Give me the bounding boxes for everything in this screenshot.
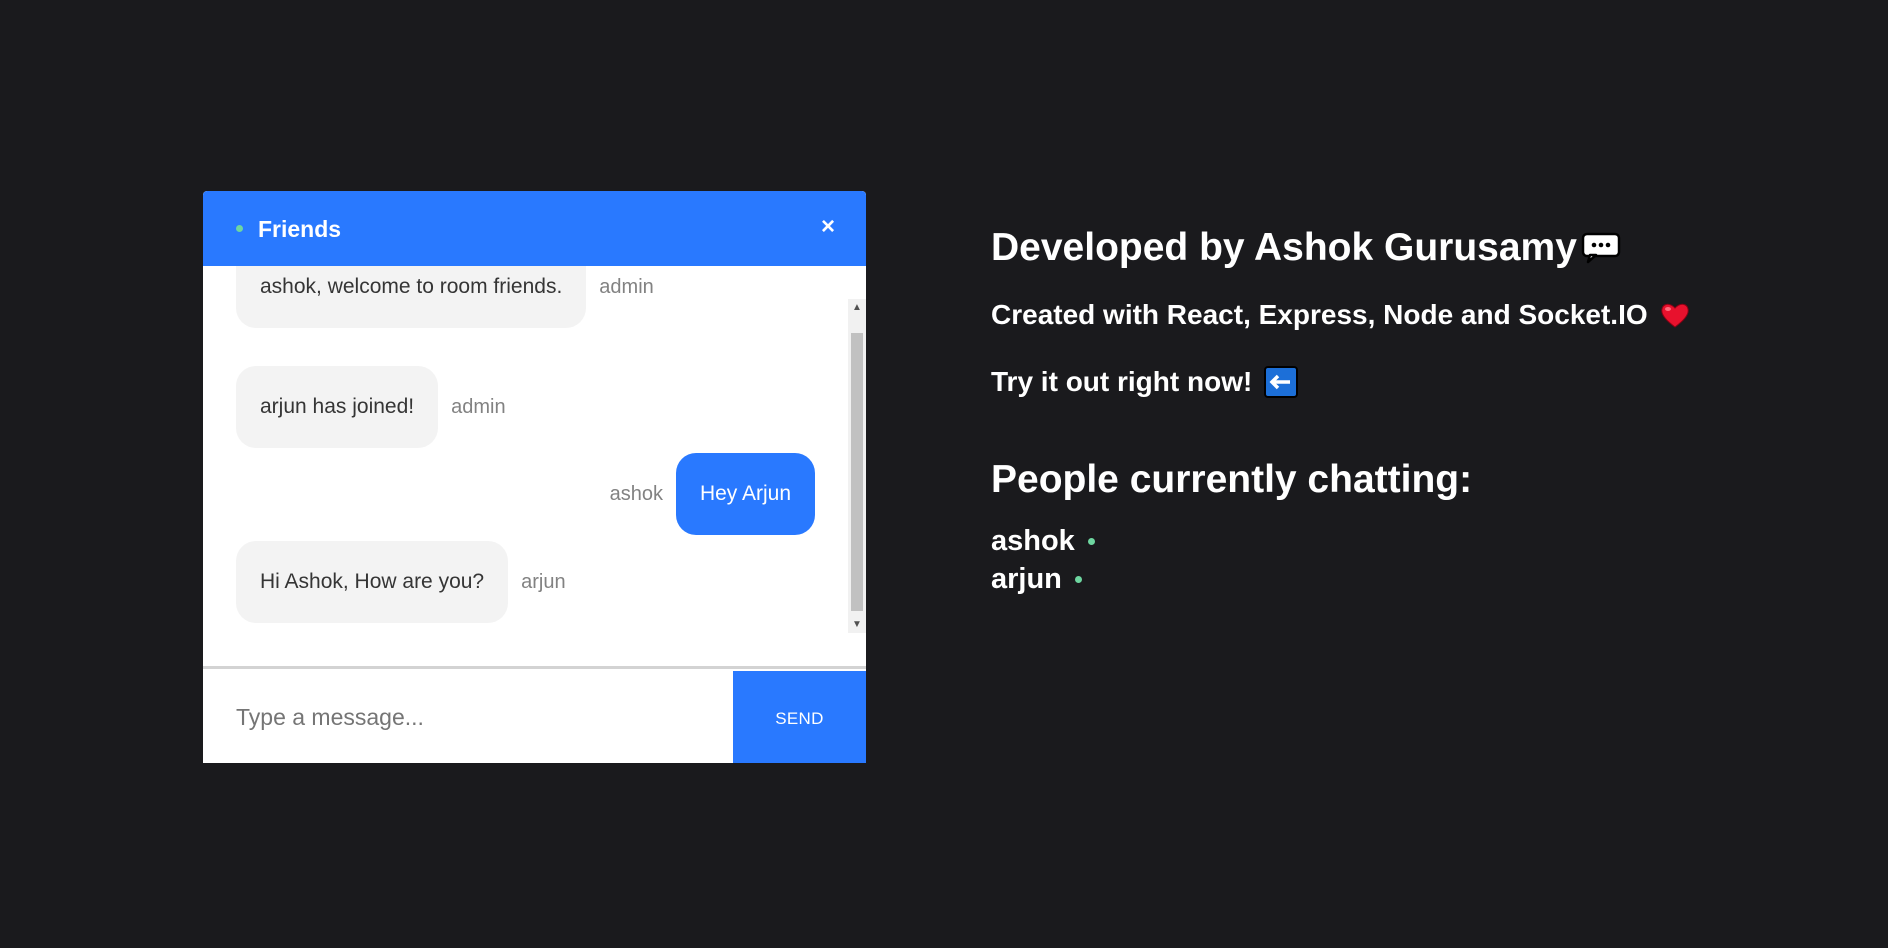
developer-heading: Developed by Ashok Gurusamy [991, 222, 1621, 274]
messages-area: ashok, welcome to room friends. admin ar… [203, 266, 866, 666]
heart-icon [1660, 301, 1690, 329]
message-item: ashok, welcome to room friends. admin [236, 266, 654, 328]
message-sender: admin [599, 275, 654, 298]
speech-bubble-icon [1581, 232, 1621, 264]
people-list: ashok arjun [991, 522, 1095, 598]
message-sender: admin [451, 395, 506, 418]
online-indicator-icon [1087, 537, 1095, 545]
message-bubble: arjun has joined! [236, 366, 439, 448]
messages-scrollbar[interactable]: ▲ ▼ [848, 299, 866, 633]
message-item: Hi Ashok, How are you? arjun [236, 541, 566, 623]
close-button[interactable]: × [816, 213, 840, 241]
person-name: ashok [991, 524, 1075, 557]
scroll-down-icon[interactable]: ▼ [848, 616, 866, 633]
online-indicator-icon [1074, 575, 1082, 583]
person-item: ashok [991, 522, 1095, 560]
chat-window: Friends × ashok, welcome to room friends… [203, 191, 866, 763]
scroll-up-icon[interactable]: ▲ [848, 299, 866, 316]
scroll-thumb[interactable] [851, 333, 863, 611]
page: Friends × ashok, welcome to room friends… [0, 0, 1888, 948]
message-item: ashok Hey Arjun [610, 453, 815, 535]
room-name: Friends [258, 216, 342, 242]
left-arrow-icon [1264, 366, 1299, 398]
message-item: arjun has joined! admin [236, 366, 506, 448]
tech-stack-text: Created with React, Express, Node and So… [991, 299, 1648, 330]
send-button[interactable]: SEND [733, 671, 866, 763]
tech-stack-heading: Created with React, Express, Node and So… [991, 295, 1690, 335]
developer-text: Developed by Ashok Gurusamy [991, 226, 1577, 269]
message-input[interactable] [203, 669, 733, 763]
message-bubble: Hi Ashok, How are you? [236, 541, 509, 623]
chat-header: Friends × [203, 191, 866, 266]
message-bubble: Hey Arjun [675, 453, 815, 535]
message-input-bar: SEND [203, 666, 866, 763]
message-bubble: ashok, welcome to room friends. [236, 266, 587, 328]
people-heading: People currently chatting: [991, 458, 1473, 501]
message-sender: arjun [521, 570, 566, 593]
info-panel: Developed by Ashok Gurusamy Created with… [991, 222, 1689, 595]
call-to-action-text: Try it out right now! [991, 366, 1253, 397]
person-name: arjun [991, 562, 1062, 595]
person-item: arjun [991, 560, 1095, 598]
call-to-action-heading: Try it out right now! [991, 362, 1299, 402]
message-sender: ashok [609, 482, 663, 505]
online-indicator-icon [236, 225, 243, 232]
